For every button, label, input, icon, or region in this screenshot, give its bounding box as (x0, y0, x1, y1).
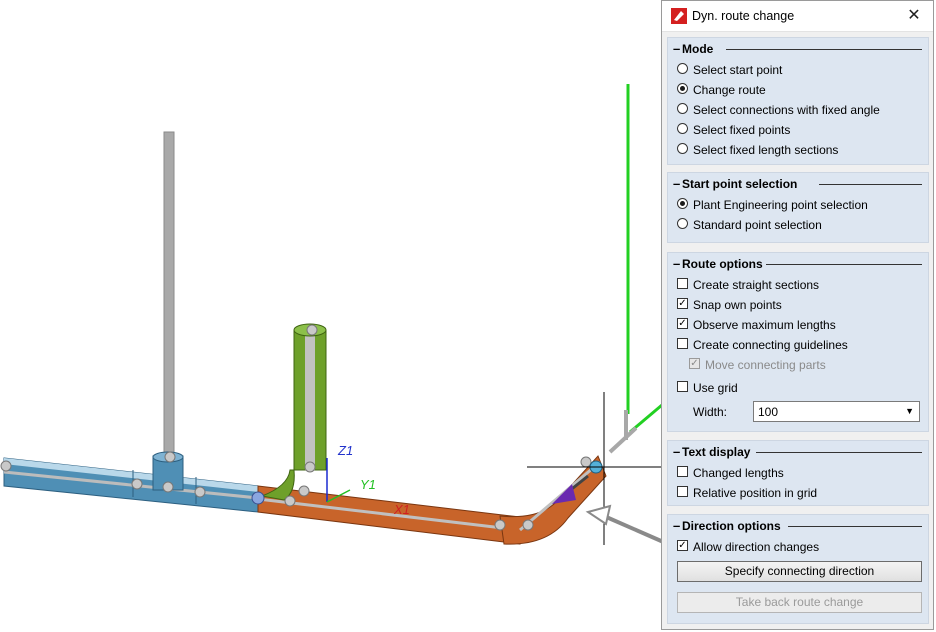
checkbox-checked-icon: ✓ (689, 358, 700, 369)
green-pipe[interactable] (260, 323, 327, 501)
chevron-down-icon[interactable]: ▼ (905, 406, 914, 416)
width-value: 100 (758, 405, 779, 419)
route-options-title: Route options (682, 257, 763, 271)
route-change-dialog: Dyn. route change ✕ – Mode Select start p… (661, 0, 934, 630)
start-point-title: Start point selection (682, 177, 798, 191)
close-icon[interactable]: ✕ (901, 4, 927, 28)
grey-vertical-pipe[interactable] (163, 131, 175, 463)
checkbox-checked-icon[interactable]: ✓ (677, 298, 688, 309)
radio-icon[interactable] (677, 103, 688, 114)
radio-selected-icon[interactable] (677, 83, 688, 94)
width-label: Width: (693, 405, 728, 419)
route-options-group: – Route options Create straight sections … (667, 252, 929, 432)
radio-icon[interactable] (677, 143, 688, 154)
blue-pipe[interactable] (3, 457, 259, 513)
direction-options-group: – Direction options ✓ Allow direction chan… (667, 514, 929, 624)
checkbox-icon[interactable] (677, 278, 688, 289)
axis-y-label: Y1 (360, 477, 376, 492)
axis-z-label: Z1 (337, 443, 353, 458)
checkbox-checked-icon[interactable]: ✓ (677, 540, 688, 551)
text-display-group: – Text display Changed lengths Relative p… (667, 440, 929, 506)
radio-icon[interactable] (677, 63, 688, 74)
radio-icon[interactable] (677, 218, 688, 229)
app-logo-icon (671, 8, 687, 24)
take-back-button: Take back route change (677, 592, 922, 613)
mode-group: – Mode Select start point Change route Se… (667, 37, 929, 165)
checkbox-checked-icon[interactable]: ✓ (677, 318, 688, 329)
dialog-titlebar[interactable]: Dyn. route change ✕ (662, 1, 933, 32)
specify-direction-button[interactable]: Specify connecting direction (677, 561, 922, 582)
radio-selected-icon[interactable] (677, 198, 688, 209)
axis-x-label: X1 (393, 502, 410, 517)
direction-options-title: Direction options (682, 519, 781, 533)
mode-title: Mode (682, 42, 714, 56)
start-point-group: – Start point selection Plant Engineering… (667, 172, 929, 243)
checkbox-icon[interactable] (677, 486, 688, 497)
radio-icon[interactable] (677, 123, 688, 134)
grey-stub-diag (608, 426, 638, 454)
callout-pointer-icon (585, 504, 669, 546)
checkbox-icon[interactable] (677, 466, 688, 477)
checkbox-icon[interactable] (677, 338, 688, 349)
text-display-title: Text display (682, 445, 751, 459)
checkbox-icon[interactable] (677, 381, 688, 392)
dialog-title: Dyn. route change (692, 9, 795, 23)
width-row: Width: 100 ▼ (693, 401, 933, 423)
start-point-marker[interactable] (251, 491, 265, 505)
width-select[interactable]: 100 ▼ (753, 401, 920, 422)
